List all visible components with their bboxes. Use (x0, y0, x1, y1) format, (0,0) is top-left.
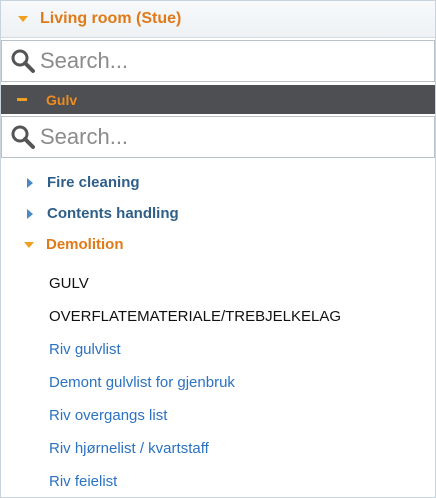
room-header[interactable]: Living room (Stue) (1, 1, 435, 38)
room-search-box (1, 40, 435, 82)
search-icon (11, 49, 35, 73)
caret-down-icon[interactable] (24, 241, 34, 248)
category-search-input[interactable] (40, 119, 420, 155)
list-item[interactable]: Riv gulvlist (1, 333, 435, 366)
tree-item-contents-handling[interactable]: Contents handling (1, 198, 435, 229)
demolition-list: GULV OVERFLATEMATERIALE/TREBJELKELAG Riv… (1, 267, 435, 498)
room-search-input[interactable] (40, 43, 420, 79)
caret-right-icon[interactable] (27, 177, 33, 188)
minus-icon[interactable] (17, 98, 27, 101)
tree-item-label: Demolition (46, 236, 124, 253)
tree-item-label: Fire cleaning (47, 174, 140, 191)
action-tree: Fire cleaning Contents handling Demoliti… (1, 167, 435, 260)
search-icon (11, 125, 35, 149)
tree-item-label: Contents handling (47, 205, 179, 222)
list-item[interactable]: Riv hjørnelist / kvartstaff (1, 432, 435, 465)
tree-item-demolition[interactable]: Demolition (1, 229, 435, 260)
list-item[interactable]: Demont gulvlist for gjenbruk (1, 366, 435, 399)
category-search-box (1, 116, 435, 158)
category-label: Gulv (46, 91, 78, 108)
list-group-header: GULV (49, 275, 89, 292)
list-item[interactable]: Riv feielist (1, 465, 435, 498)
list-item[interactable]: Riv overgangs list (1, 399, 435, 432)
tree-item-fire-cleaning[interactable]: Fire cleaning (1, 167, 435, 198)
room-title[interactable]: Living room (Stue) (40, 10, 181, 28)
list-group-header: OVERFLATEMATERIALE/TREBJELKELAG (49, 308, 342, 325)
estimate-panel: Living room (Stue) Gulv Fire cleaning Co… (0, 0, 436, 498)
caret-right-icon[interactable] (27, 208, 33, 219)
caret-down-icon[interactable] (18, 16, 28, 22)
category-bar-gulv[interactable]: Gulv (1, 85, 435, 114)
